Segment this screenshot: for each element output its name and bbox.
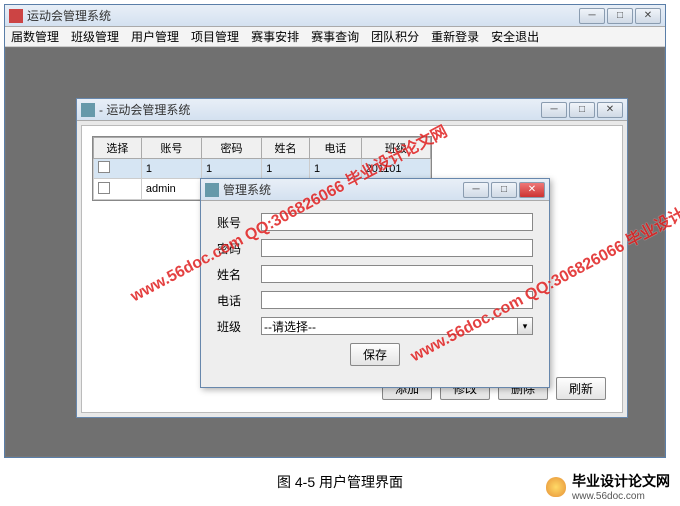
cell: 201101	[361, 159, 430, 179]
cell: 1	[201, 159, 261, 179]
grid-header-row: 选择 账号 密码 姓名 电话 班级	[94, 138, 431, 159]
footer-brand: 毕业设计论文网 www.56doc.com	[546, 471, 670, 502]
account-field[interactable]	[261, 213, 533, 231]
window-controls: ─ □ ✕	[541, 102, 623, 118]
cell: 1	[141, 159, 201, 179]
col-password[interactable]: 密码	[201, 138, 261, 159]
edit-dialog: 管理系统 ─ □ ✕ 账号 密码 姓名 电话 班级 ▾	[200, 178, 550, 388]
close-button[interactable]: ✕	[597, 102, 623, 118]
refresh-button[interactable]: 刷新	[556, 377, 606, 400]
close-button[interactable]: ✕	[519, 182, 545, 198]
minimize-button[interactable]: ─	[463, 182, 489, 198]
menu-item[interactable]: 重新登录	[431, 28, 479, 45]
label-class: 班级	[217, 318, 253, 335]
minimize-button[interactable]: ─	[579, 8, 605, 24]
main-title: 运动会管理系统	[27, 7, 579, 24]
tel-field[interactable]	[261, 291, 533, 309]
dialog-titlebar: 管理系统 ─ □ ✕	[201, 179, 549, 201]
save-button[interactable]: 保存	[350, 343, 400, 366]
menu-item[interactable]: 用户管理	[131, 28, 179, 45]
bulb-icon	[546, 477, 566, 497]
maximize-button[interactable]: □	[491, 182, 517, 198]
name-field[interactable]	[261, 265, 533, 283]
col-select[interactable]: 选择	[94, 138, 142, 159]
close-button[interactable]: ✕	[635, 8, 661, 24]
label-account: 账号	[217, 214, 253, 231]
cell: 1	[309, 159, 361, 179]
app-icon	[9, 9, 23, 23]
maximize-button[interactable]: □	[569, 102, 595, 118]
menu-item[interactable]: 赛事查询	[311, 28, 359, 45]
minimize-button[interactable]: ─	[541, 102, 567, 118]
menu-item[interactable]: 届数管理	[11, 28, 59, 45]
row-checkbox[interactable]	[98, 182, 110, 194]
col-class[interactable]: 班级	[361, 138, 430, 159]
menu-item[interactable]: 班级管理	[71, 28, 119, 45]
chevron-down-icon[interactable]: ▾	[517, 317, 533, 335]
window-controls: ─ □ ✕	[579, 8, 661, 24]
col-name[interactable]: 姓名	[262, 138, 310, 159]
menu-item[interactable]: 项目管理	[191, 28, 239, 45]
class-combo[interactable]: ▾	[261, 317, 533, 335]
child-title: - 运动会管理系统	[99, 101, 541, 118]
maximize-button[interactable]: □	[607, 8, 633, 24]
cell: 1	[262, 159, 310, 179]
col-tel[interactable]: 电话	[309, 138, 361, 159]
col-account[interactable]: 账号	[141, 138, 201, 159]
dialog-title: 管理系统	[223, 181, 463, 198]
app-icon	[81, 103, 95, 117]
menu-item[interactable]: 赛事安排	[251, 28, 299, 45]
app-icon	[205, 183, 219, 197]
cell: admin	[141, 179, 201, 200]
menu-item[interactable]: 团队积分	[371, 28, 419, 45]
brand-text: 毕业设计论文网	[572, 473, 670, 489]
menubar: 届数管理 班级管理 用户管理 项目管理 赛事安排 赛事查询 团队积分 重新登录 …	[5, 27, 665, 47]
window-controls: ─ □ ✕	[463, 182, 545, 198]
label-password: 密码	[217, 240, 253, 257]
menu-item[interactable]: 安全退出	[491, 28, 539, 45]
table-row[interactable]: 1 1 1 1 201101	[94, 159, 431, 179]
brand-url: www.56doc.com	[572, 491, 670, 502]
class-field[interactable]	[261, 317, 517, 335]
child-titlebar: - 运动会管理系统 ─ □ ✕	[77, 99, 627, 121]
dialog-body: 账号 密码 姓名 电话 班级 ▾ 保存	[201, 201, 549, 378]
main-titlebar: 运动会管理系统 ─ □ ✕	[5, 5, 665, 27]
row-checkbox[interactable]	[98, 161, 110, 173]
label-name: 姓名	[217, 266, 253, 283]
password-field[interactable]	[261, 239, 533, 257]
label-tel: 电话	[217, 292, 253, 309]
